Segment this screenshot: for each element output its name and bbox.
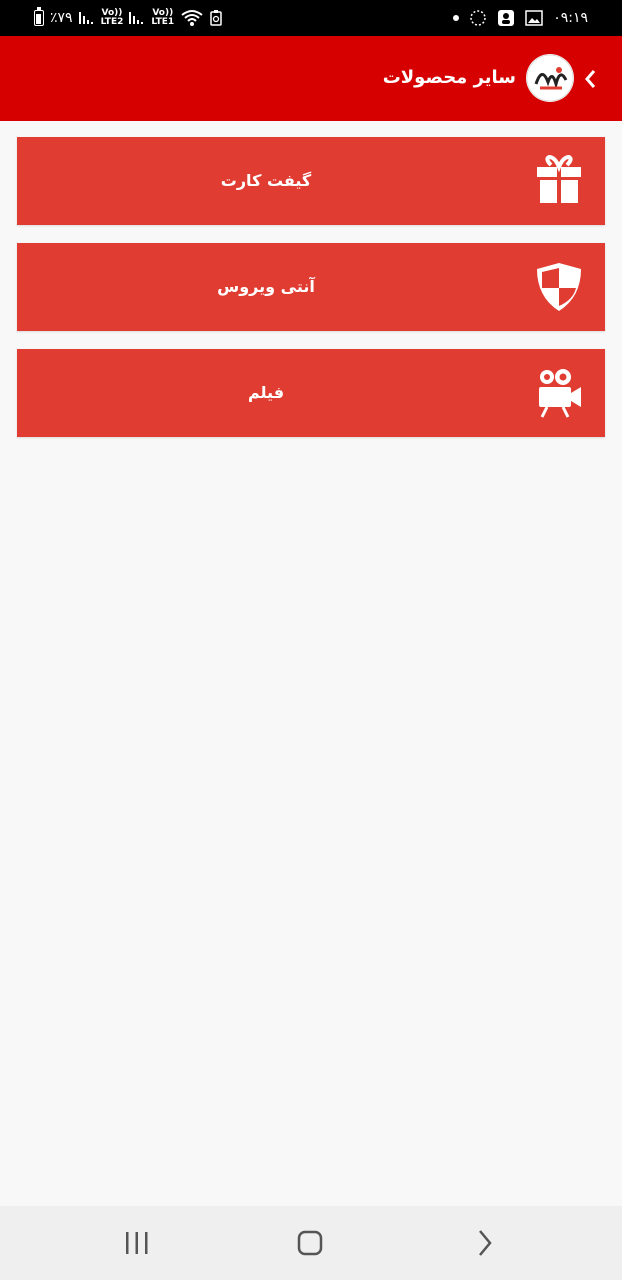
back-button[interactable] <box>580 64 600 94</box>
sim2-indicator: Vo)) LTE2 <box>100 8 124 27</box>
contact-icon <box>498 10 515 26</box>
gift-icon <box>537 155 581 203</box>
product-list: گیفت کارت آنتی ویروس فیلم <box>17 137 605 455</box>
signal-icon <box>78 12 93 24</box>
wifi-icon <box>181 10 203 26</box>
film-item[interactable]: فیلم <box>17 349 605 437</box>
system-nav-bar <box>0 1206 622 1280</box>
sim1-indicator: Vo)) LTE1 <box>151 8 175 27</box>
battery-percent: ٪۷۹ <box>50 10 73 26</box>
data-saver-icon <box>210 10 222 26</box>
film-label: فیلم <box>247 383 285 402</box>
battery-icon <box>34 7 44 26</box>
gift-card-item[interactable]: گیفت کارت <box>17 137 605 225</box>
logo-icon <box>526 54 574 102</box>
home-icon[interactable] <box>295 1228 325 1258</box>
shield-icon <box>537 263 581 311</box>
app-notification-icon <box>470 10 486 26</box>
image-icon <box>525 10 543 26</box>
antivirus-label: آنتی ویروس <box>217 277 315 296</box>
clock: ۰۹:۱۹ <box>553 10 588 26</box>
status-left: ٪۷۹ Vo)) LTE2 Vo)) LTE1 <box>34 0 222 36</box>
antivirus-item[interactable]: آنتی ویروس <box>17 243 605 331</box>
status-right: ۰۹:۱۹ <box>453 0 588 36</box>
app-logo[interactable] <box>526 54 574 102</box>
signal-icon <box>129 12 144 24</box>
gift-card-label: گیفت کارت <box>220 171 312 190</box>
notification-dot-icon <box>453 15 460 21</box>
app-bar: سایر محصولات <box>0 36 622 121</box>
chevron-left-icon <box>585 70 596 88</box>
status-bar: ٪۷۹ Vo)) LTE2 Vo)) LTE1 ۰۹:۱۹ <box>0 0 622 36</box>
back-icon[interactable] <box>470 1228 500 1258</box>
page-title: سایر محصولات <box>382 67 516 88</box>
recents-icon[interactable] <box>122 1228 152 1258</box>
video-camera-icon <box>539 369 581 418</box>
